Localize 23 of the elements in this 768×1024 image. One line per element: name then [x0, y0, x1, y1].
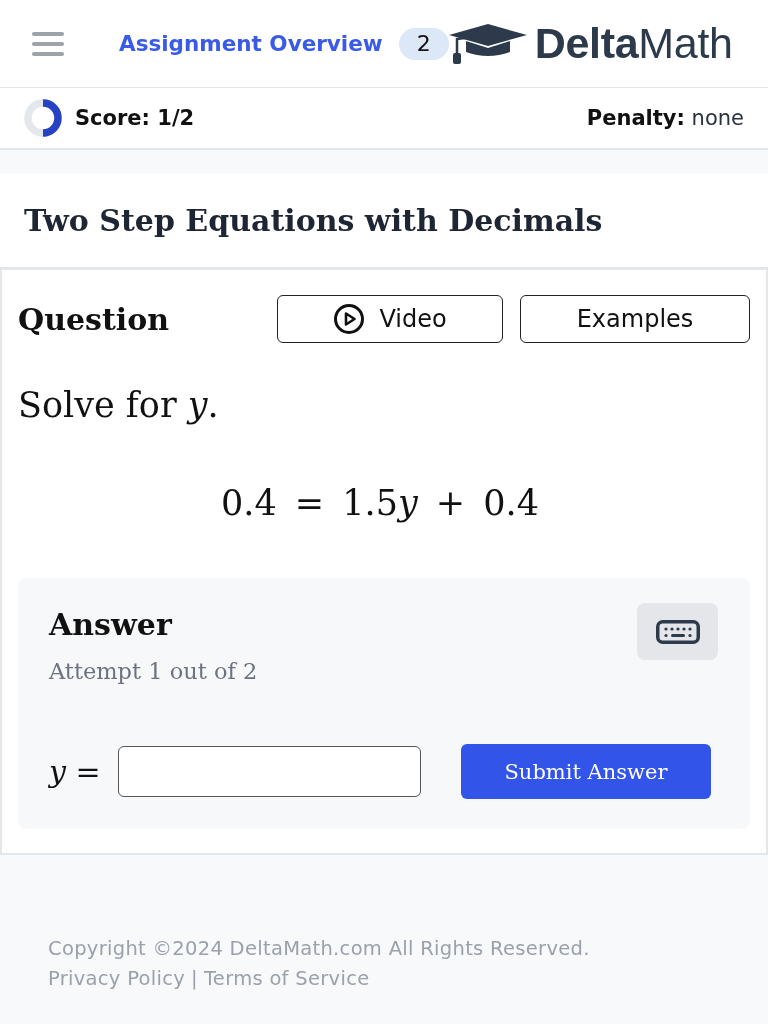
- keyboard-button[interactable]: [637, 603, 718, 660]
- penalty-text: Penalty: none: [586, 106, 744, 130]
- copyright-text: Copyright ©2024 DeltaMath.com All Rights Reserved.: [48, 936, 591, 962]
- play-circle-icon: [333, 303, 366, 335]
- count-badge: 2: [398, 27, 449, 60]
- question-prompt: Solve for y.: [18, 384, 220, 427]
- examples-button[interactable]: Examples: [520, 295, 750, 343]
- attempt-counter: Attempt 1 out of 2: [49, 657, 258, 685]
- variable-label: y =: [49, 754, 102, 789]
- equation: 0.4 = 1.5y + 0.4: [221, 483, 539, 523]
- submit-answer-button[interactable]: Submit Answer: [461, 744, 711, 799]
- answer-heading: Answer: [49, 607, 173, 643]
- graduation-cap-icon: [448, 23, 527, 64]
- keyboard-icon: [655, 619, 700, 644]
- logo-text: DeltaMath: [534, 19, 733, 68]
- answer-input[interactable]: [118, 746, 421, 797]
- assignment-title: Two Step Equations with Decimals: [24, 203, 603, 238]
- question-heading: Question: [18, 301, 170, 337]
- assignment-overview-link[interactable]: Assignment Overview: [119, 31, 383, 56]
- menu-icon: [32, 31, 64, 56]
- score-text: Score: 1/2: [75, 106, 195, 130]
- video-button[interactable]: Video: [277, 295, 503, 343]
- link-separator: |: [191, 966, 198, 992]
